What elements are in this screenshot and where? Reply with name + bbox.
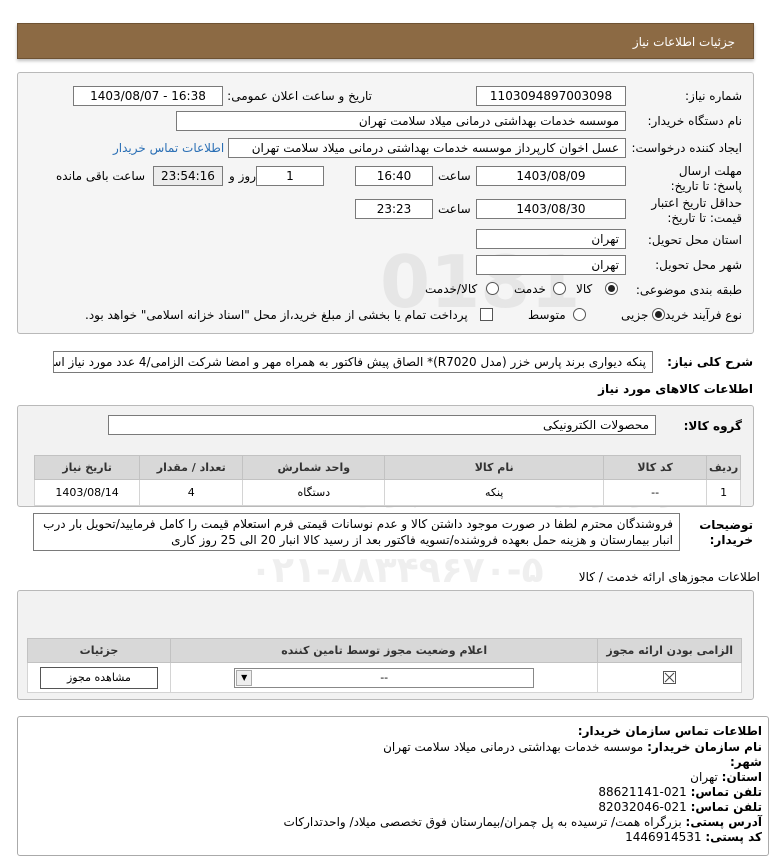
contact-address-label: آدرس پستی: (685, 815, 762, 829)
permit-status-value: -- (380, 670, 389, 684)
validity-time-label: ساعت (438, 202, 471, 216)
goods-cell-unit: دستگاه (242, 479, 386, 506)
goods-col-qty: تعداد / مقدار (139, 455, 244, 480)
permits-col-details: جزئیات (27, 638, 171, 663)
contact-postal-value: 1446914531 (625, 830, 702, 844)
permit-required-checkbox[interactable] (663, 671, 677, 685)
goods-cell-code: -- (603, 479, 708, 506)
deadline-date-field: 1403/08/09 (476, 166, 626, 186)
watermark-phone: ۰۲۱-۸۸۳۴۹۶۷۰-۵ (250, 550, 544, 591)
days-label: روز و (229, 169, 256, 183)
permits-section-title: اطلاعات مجوزهای ارائه خدمت / کالا (578, 570, 760, 584)
need-number-field: 1103094897003098 (476, 86, 626, 106)
goods-group-field: محصولات الکترونیکی (108, 415, 656, 435)
buyer-org-label: نام دستگاه خریدار: (647, 114, 743, 128)
city-label: شهر محل تحویل: (655, 258, 742, 272)
goods-col-date: تاریخ نیاز (33, 455, 141, 480)
contact-phone-value: 021-88621141 (598, 785, 687, 799)
contact-fax-value: 021-82032046 (598, 800, 687, 814)
contact-city-line: شهر: (730, 755, 762, 769)
contact-address-value: بزرگراه همت/ ترسیده به پل چمران/بیمارستا… (283, 815, 682, 829)
contact-province-line: استان: تهران (690, 770, 762, 784)
contact-fax-line: تلفن تماس: 021-82032046 (598, 800, 762, 814)
treasury-payment-note: پرداخت تمام یا بخشی از مبلغ خرید،از محل … (85, 308, 468, 322)
announce-field: 1403/08/07 - 16:38 (73, 86, 223, 106)
goods-col-code: کد کالا (603, 455, 708, 480)
contact-postal-label: کد پستی: (705, 830, 762, 844)
process-minor-label: جزیی (621, 308, 649, 322)
contact-address-line: آدرس پستی: بزرگراه همت/ ترسیده به پل چمر… (283, 815, 762, 829)
category-both-radio[interactable] (486, 282, 499, 295)
contact-phone-label: تلفن تماس: (690, 785, 762, 799)
goods-col-name: نام کالا (384, 455, 605, 480)
chevron-down-icon: ▼ (236, 669, 253, 686)
permits-col-required: الزامی بودن ارائه مجوز (597, 638, 742, 663)
goods-cell-row: 1 (706, 479, 741, 506)
category-label: طبقه بندی موضوعی: (635, 283, 742, 297)
goods-cell-date: 1403/08/14 (33, 479, 141, 506)
process-medium-radio[interactable] (573, 308, 586, 321)
process-minor-radio[interactable] (652, 308, 665, 321)
deadline-time-label: ساعت (438, 169, 471, 183)
category-service-label: خدمت (514, 282, 546, 296)
validity-time-field: 23:23 (355, 199, 433, 219)
goods-section-title: اطلاعات کالاهای مورد نیاز (598, 382, 753, 396)
process-medium-label: متوسط (528, 308, 566, 322)
permits-col-status: اعلام وضعیت مجوز توسط تامین کننده (169, 638, 599, 663)
category-both-label: کالا/خدمت (425, 282, 478, 296)
validity-date-field: 1403/08/30 (476, 199, 626, 219)
need-number-label: شماره نیاز: (685, 89, 742, 103)
goods-table: ردیف کد کالا نام کالا واحد شمارش تعداد /… (33, 455, 741, 506)
deadline-label: مهلت ارسال پاسخ: تا تاریخ: (670, 164, 742, 193)
page-title: جزئیات اطلاعات نیاز (632, 35, 735, 49)
contact-org-value: موسسه خدمات بهداشتی درمانی میلاد سلامت ت… (383, 740, 644, 754)
creator-label: ایجاد کننده درخواست: (631, 141, 742, 155)
goods-cell-name: پنکه (384, 479, 605, 506)
announce-label: تاریخ و ساعت اعلان عمومی: (227, 89, 372, 103)
buyer-contact-link[interactable]: اطلاعات تماس خریدار (113, 141, 224, 155)
contact-phone-line: تلفن تماس: 021-88621141 (598, 785, 762, 799)
contact-org-line: نام سازمان خریدار: موسسه خدمات بهداشتی د… (383, 740, 762, 754)
contact-postal-line: کد پستی: 1446914531 (625, 830, 762, 844)
page-header: جزئیات اطلاعات نیاز (17, 23, 754, 59)
contact-city-label: شهر: (730, 755, 762, 769)
validity-label: حداقل تاریخ اعتبار قیمت: تا تاریخ: (651, 196, 742, 225)
province-label: استان محل تحویل: (647, 233, 742, 247)
creator-field: عسل اخوان کارپرداز موسسه خدمات بهداشتی د… (228, 138, 626, 158)
table-row: -- ▼ مشاهده مجوز (27, 662, 742, 693)
process-label: نوع فرآیند خرید : (657, 308, 742, 322)
permit-required-cell (597, 662, 742, 693)
remaining-time-label: ساعت باقی مانده (56, 169, 146, 183)
buyer-org-field: موسسه خدمات بهداشتی درمانی میلاد سلامت ت… (176, 111, 626, 131)
goods-col-unit: واحد شمارش (242, 455, 386, 480)
remaining-time-field: 23:54:16 (153, 166, 223, 186)
buyer-notes-field: فروشندگان محترم لطفا در صورت موجود داشتن… (33, 513, 680, 551)
permit-status-cell: -- ▼ (169, 662, 599, 693)
province-field: تهران (476, 229, 626, 249)
goods-cell-qty: 4 (139, 479, 244, 506)
contact-title: اطلاعات تماس سازمان خریدار: (577, 724, 762, 738)
description-field: پنکه دیواری برند پارس خزر (مدل R7020)* ا… (53, 351, 653, 373)
city-field: تهران (476, 255, 626, 275)
deadline-time-field: 16:40 (355, 166, 433, 186)
table-row: 1 -- پنکه دستگاه 4 1403/08/14 (33, 479, 741, 506)
view-permit-button[interactable]: مشاهده مجوز (39, 666, 158, 689)
contact-province-label: استان: (721, 770, 762, 784)
contact-province-value: تهران (690, 770, 718, 784)
days-field: 1 (256, 166, 324, 186)
goods-col-row: ردیف (706, 455, 741, 480)
permit-status-select[interactable]: -- ▼ (234, 667, 535, 688)
contact-fax-label: تلفن تماس: (690, 800, 762, 814)
category-goods-label: کالا (576, 282, 593, 296)
treasury-payment-checkbox[interactable] (480, 308, 493, 321)
category-service-radio[interactable] (553, 282, 566, 295)
goods-group-label: گروه کالا: (683, 419, 742, 433)
buyer-notes-label: توضیحات خریدار: (699, 518, 753, 547)
permits-table: الزامی بودن ارائه مجوز اعلام وضعیت مجوز … (27, 638, 742, 693)
description-label: شرح کلی نیاز: (667, 355, 753, 369)
contact-org-label: نام سازمان خریدار: (647, 740, 762, 754)
category-goods-radio[interactable] (605, 282, 618, 295)
permit-details-cell: مشاهده مجوز (27, 662, 171, 693)
view-permit-button-label: مشاهده مجوز (67, 670, 131, 684)
